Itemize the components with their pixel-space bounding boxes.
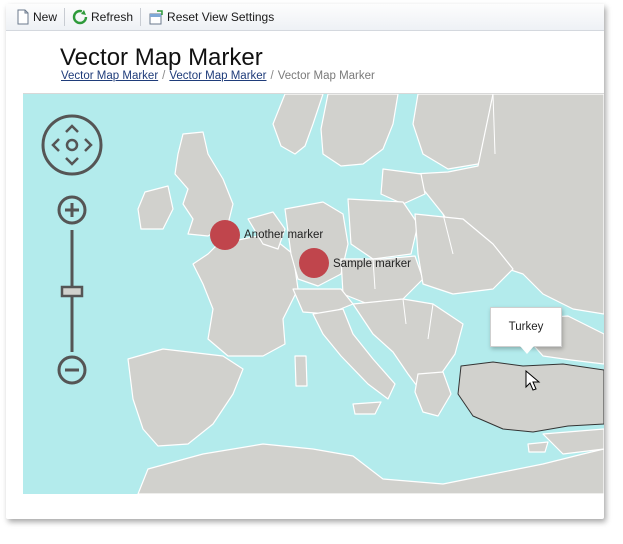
toolbar-separator [64,8,66,26]
refresh-icon [72,9,88,25]
new-button[interactable]: New [12,6,61,28]
zoom-in-icon[interactable] [57,195,87,225]
map-tooltip: Turkey [490,307,562,354]
mouse-pointer-icon [525,370,541,391]
zoom-out-icon[interactable] [57,355,87,385]
map-marker-label: Sample marker [333,258,411,270]
breadcrumb-link-1[interactable]: Vector Map Marker [61,70,158,82]
zoom-control [57,195,87,385]
reset-view-icon [149,10,163,25]
map-marker-label: Another marker [244,229,324,241]
zoom-slider-thumb[interactable] [60,285,84,298]
toolbar-separator [140,8,142,26]
marker-layer [210,220,329,278]
map-marker-dot[interactable] [299,248,329,278]
app-window: New Refresh Reset View Settings Vector M… [6,4,604,519]
toolbar: New Refresh Reset View Settings [6,4,604,31]
reset-view-label: Reset View Settings [167,10,275,24]
breadcrumb-link-2[interactable]: Vector Map Marker [169,70,266,82]
map-marker-dot[interactable] [210,220,240,250]
pan-control-icon[interactable] [41,114,103,176]
new-label: New [33,10,58,24]
new-document-icon [17,9,29,25]
refresh-button[interactable]: Refresh [68,6,137,28]
page-title: Vector Map Marker [60,44,263,71]
tooltip-text: Turkey [508,321,544,333]
breadcrumb-current: Vector Map Marker [277,70,375,82]
refresh-label: Refresh [91,10,134,24]
breadcrumb: Vector Map Marker / Vector Map Marker / Vect… [61,70,375,82]
vector-map[interactable]: Another marker Sample marker Turkey [23,93,604,494]
reset-view-settings-button[interactable]: Reset View Settings [144,6,278,28]
